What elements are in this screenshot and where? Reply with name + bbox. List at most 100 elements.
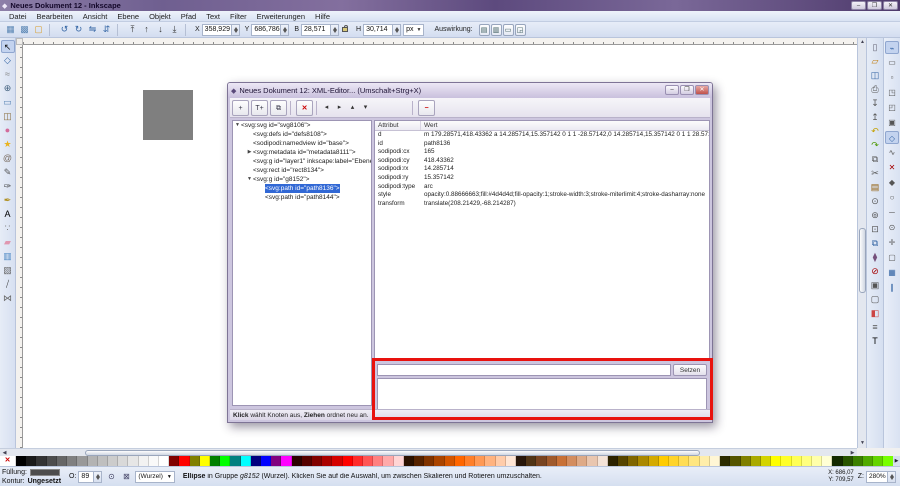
paint-bucket-tool[interactable]: ▥ [1,250,15,263]
width-spinner[interactable] [330,25,338,35]
palette-swatch[interactable] [292,456,302,466]
dialog-close-button[interactable]: ✕ [695,85,709,95]
palette-swatch[interactable] [271,456,281,466]
palette-swatch[interactable] [802,456,812,466]
palette-swatch[interactable] [679,456,689,466]
palette-swatch[interactable] [36,456,46,466]
palette-swatch[interactable] [832,456,842,466]
palette-swatch[interactable] [241,456,251,466]
palette-swatch[interactable] [26,456,36,466]
palette-swatch[interactable] [608,456,618,466]
new-element-node-button[interactable]: + [232,100,249,116]
menu-ansicht[interactable]: Ansicht [78,12,113,21]
snap-smooth-nodes-button[interactable]: ○ [885,191,899,204]
set-attribute-button[interactable]: Setzen [673,364,707,376]
palette-swatch[interactable] [139,456,149,466]
stroke-value[interactable]: Ungesetzt [28,477,61,486]
attribute-row[interactable]: transformtranslate(208.21429,-68.214287) [375,200,709,209]
palette-swatch[interactable] [792,456,802,466]
palette-swatch[interactable] [383,456,393,466]
zoom-to-page-button[interactable]: ⊡ [868,223,882,236]
zoom-spinner[interactable] [887,472,895,482]
spiral-tool[interactable]: @ [1,152,15,165]
menu-pfad[interactable]: Pfad [176,12,201,21]
text-dialog-button[interactable]: T [868,335,882,348]
palette-swatch[interactable] [108,456,118,466]
palette-swatch[interactable] [343,456,353,466]
palette-swatch[interactable] [445,456,455,466]
palette-swatch[interactable] [465,456,475,466]
calligraphy-tool[interactable]: ✒ [1,194,15,207]
lock-ratio-icon[interactable] [342,27,348,32]
palette-swatch[interactable] [771,456,781,466]
palette-swatch[interactable] [526,456,536,466]
palette-swatch[interactable] [689,456,699,466]
menu-datei[interactable]: Datei [4,12,32,21]
open-document-button[interactable]: ▱ [868,55,882,68]
expander-icon[interactable]: ▼ [234,121,241,130]
snap-bbox-edges-button[interactable]: ▫ [885,71,899,84]
copy-button[interactable]: ⧉ [868,153,882,166]
palette-swatch[interactable] [200,456,210,466]
affect-scale-stroke-button[interactable]: ▭ [503,24,514,36]
palette-swatch[interactable] [312,456,322,466]
palette-swatch[interactable] [536,456,546,466]
palette-swatch[interactable] [873,456,883,466]
undo-button[interactable]: ↶ [868,125,882,138]
palette-swatch[interactable] [404,456,414,466]
vertical-scroll-thumb[interactable] [859,228,866,293]
snap-guides-button[interactable]: ∥ [885,281,899,294]
attribute-row[interactable]: dm 179.28571,418.43362 a 14.285714,15.35… [375,131,709,140]
palette-swatch[interactable] [598,456,608,466]
unlink-clone-button[interactable]: ⊘ [868,265,882,278]
text-tool[interactable]: A [1,208,15,221]
xml-node[interactable]: <svg:rect id="rect8134"> [233,166,371,175]
palette-swatch[interactable] [434,456,444,466]
palette-swatch[interactable] [210,456,220,466]
palette-swatch[interactable] [751,456,761,466]
xml-node[interactable]: ▼<svg:g id="g8152"> [233,175,371,184]
attribute-row[interactable]: sodipodi:cy418.43362 [375,157,709,166]
vertical-scrollbar[interactable]: ▲ ▼ [857,38,866,448]
palette-swatch[interactable] [567,456,577,466]
connector-tool[interactable]: ⋈ [1,292,15,305]
xml-node[interactable]: <svg:defs id="defs8108"> [233,130,371,139]
palette-swatch[interactable] [496,456,506,466]
spray-tool[interactable]: ∵ [1,222,15,235]
opacity-field[interactable]: 89 [78,471,102,483]
pencil-tool[interactable]: ✎ [1,166,15,179]
ungroup-objects-button[interactable]: ▢ [868,293,882,306]
node-tool[interactable]: ◇ [1,54,15,67]
select-all-button[interactable]: ▦ [4,23,17,36]
unindent-node-button[interactable]: ◂ [320,101,333,115]
tweak-tool[interactable]: ≈ [1,68,15,81]
attribute-row[interactable]: sodipodi:cx165 [375,148,709,157]
menu-filter[interactable]: Filter [225,12,252,21]
palette-swatch[interactable] [414,456,424,466]
rotate-ccw-button[interactable]: ↺ [58,23,71,36]
xml-node[interactable]: <svg:path id="path8144"> [233,193,371,202]
xml-node[interactable]: ▼<svg:svg id="svg8106"> [233,121,371,130]
palette-swatch[interactable] [475,456,485,466]
xml-node[interactable]: <svg:g id="layer1" inkscape:label="Ebene… [233,157,371,166]
close-button[interactable]: ✕ [883,1,898,10]
palette-swatch[interactable] [485,456,495,466]
drawn-rectangle[interactable] [143,90,193,140]
palette-swatch[interactable] [720,456,730,466]
paste-button[interactable]: ▤ [868,181,882,194]
horizontal-scrollbar[interactable]: ◀ ▶ [0,448,857,456]
unit-dropdown[interactable]: px▼ [403,24,424,36]
attribute-row[interactable]: sodipodi:ry15.357142 [375,174,709,183]
export-png-button[interactable]: ↥ [868,111,882,124]
affect-scale-corners-button[interactable]: ◲ [515,24,526,36]
duplicate-node-button[interactable]: ⧉ [270,100,287,116]
palette-swatch[interactable] [190,456,200,466]
lower-to-bottom-button[interactable]: ⤓ [168,23,181,36]
snap-path-intersections-button[interactable]: ✕ [885,161,899,174]
save-document-button[interactable]: ◫ [868,69,882,82]
layer-dropdown[interactable]: (Wurzel)▼ [135,471,174,483]
menu-bearbeiten[interactable]: Bearbeiten [32,12,78,21]
palette-swatch[interactable] [710,456,720,466]
menu-ebene[interactable]: Ebene [112,12,144,21]
palette-swatch[interactable] [853,456,863,466]
